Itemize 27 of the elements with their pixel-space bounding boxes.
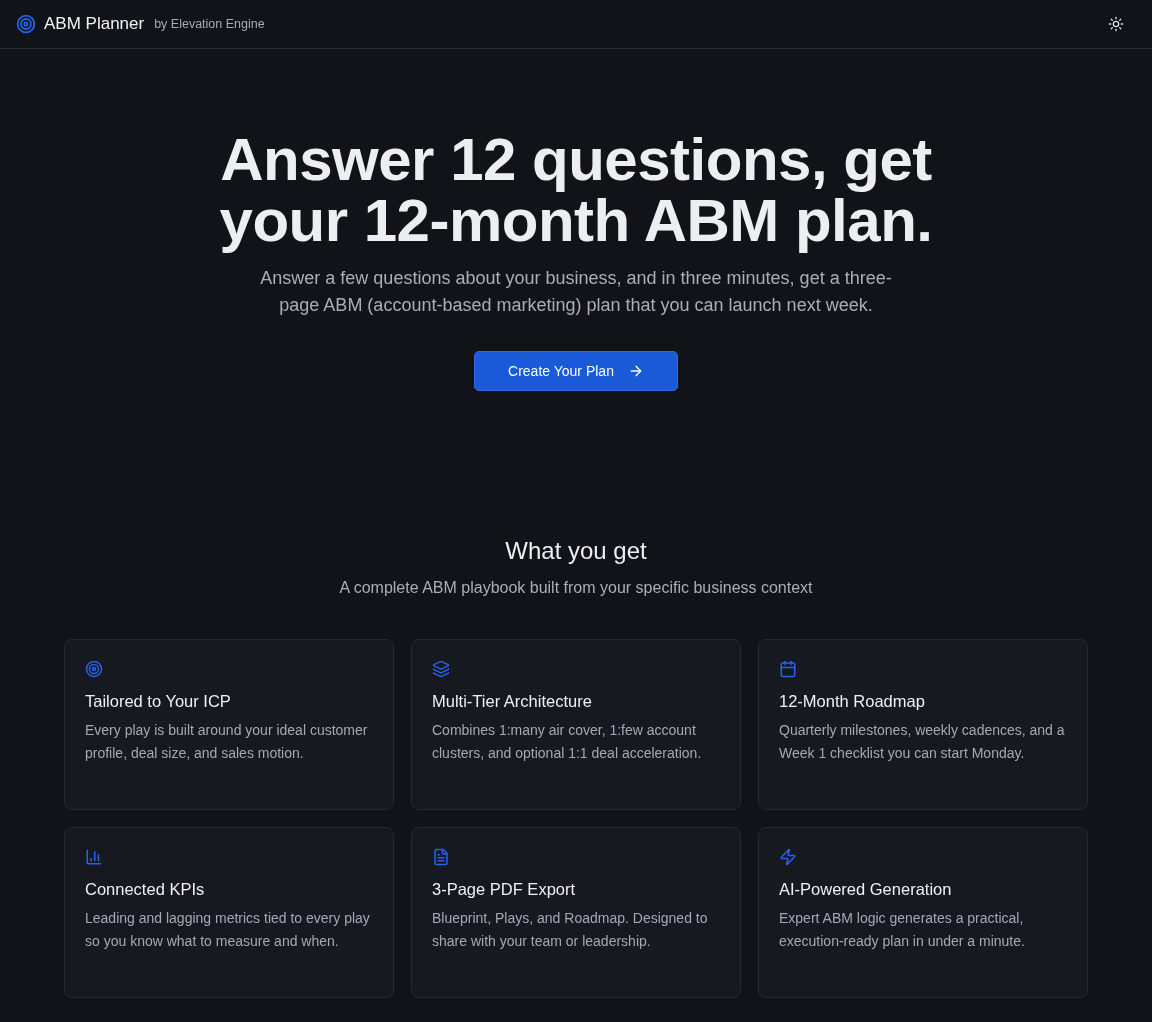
feature-description: Combines 1:many air cover, 1:few account clusters, and optional 1:1 deal acceleration. bbox=[432, 721, 703, 763]
section-title: What you get bbox=[505, 537, 647, 565]
calendar-icon bbox=[779, 660, 797, 678]
feature-title: 3-Page PDF Export bbox=[432, 880, 576, 899]
feature-description: Expert ABM logic generates a practical, execution-ready plan in under a minute. bbox=[779, 909, 1026, 951]
document-icon bbox=[432, 848, 450, 866]
section-subtitle: A complete ABM playbook built from your specific business context bbox=[339, 579, 813, 597]
bar-chart-icon bbox=[85, 848, 103, 866]
target-icon bbox=[85, 660, 103, 678]
lightning-icon bbox=[779, 848, 797, 866]
layers-icon bbox=[432, 660, 450, 678]
byline: by Elevation Engine bbox=[154, 17, 265, 31]
feature-description: Every play is built around your ideal customer profile, deal size, and sales motion. bbox=[85, 721, 369, 763]
feature-title: Multi-Tier Architecture bbox=[432, 692, 592, 711]
feature-description: Quarterly milestones, weekly cadences, and a Week 1 checklist you can start Monday. bbox=[779, 721, 1066, 763]
feature-title: AI-Powered Generation bbox=[779, 880, 952, 899]
target-logo-icon bbox=[16, 14, 36, 34]
hero-subtitle: Answer a few questions about your business, and in three minutes, get a three- page ABM (account-based marketing) plan that you can launch next week. bbox=[260, 267, 892, 317]
sun-icon bbox=[1108, 16, 1124, 32]
create-plan-button[interactable]: Create Your Plan bbox=[474, 351, 678, 391]
feature-title: 12-Month Roadmap bbox=[779, 692, 925, 711]
feature-description: Leading and lagging metrics tied to every play so you know what to measure and when. bbox=[85, 909, 371, 951]
feature-title: Tailored to Your ICP bbox=[85, 692, 231, 711]
brand-name: ABM Planner bbox=[44, 14, 145, 34]
hero-title: Answer 12 questions, get your 12-month ABM plan. bbox=[219, 129, 933, 251]
feature-title: Connected KPIs bbox=[85, 880, 205, 899]
feature-description: Blueprint, Plays, and Roadmap. Designed to share with your team or leadership. bbox=[432, 909, 709, 951]
